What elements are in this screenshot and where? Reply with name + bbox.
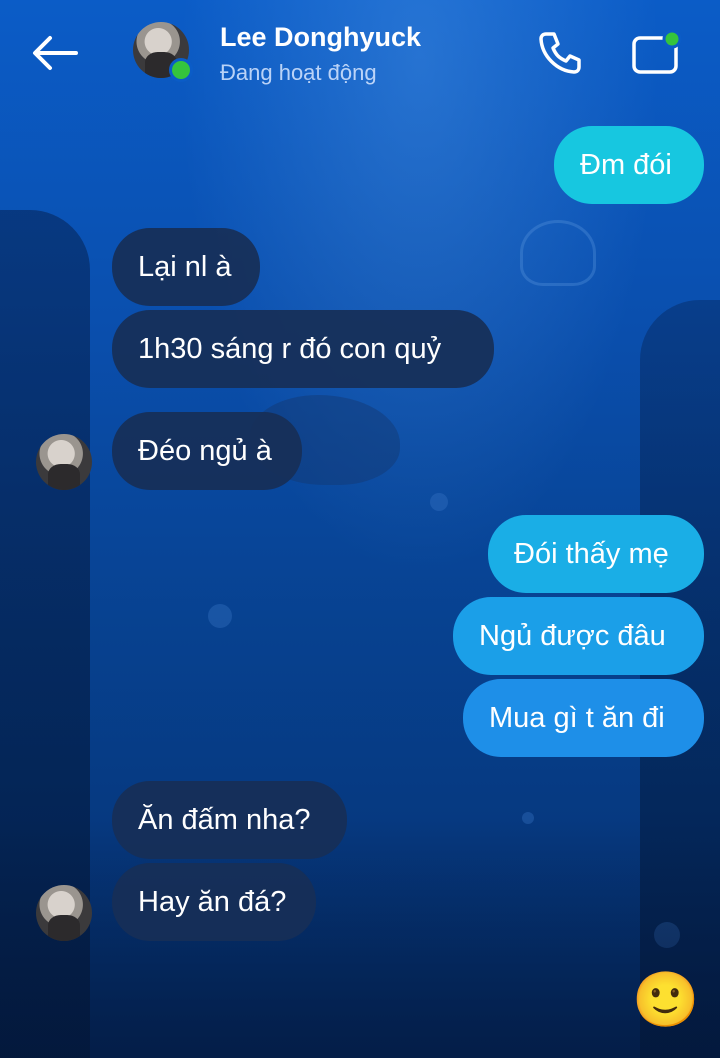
contact-avatar[interactable] <box>133 22 193 82</box>
outgoing-message[interactable]: Đói thấy mẹ <box>488 515 704 593</box>
contact-name[interactable]: Lee Donghyuck <box>220 22 421 53</box>
sender-avatar[interactable] <box>36 434 92 490</box>
outgoing-message[interactable]: Đm đói <box>554 126 704 204</box>
incoming-message[interactable]: 1h30 sáng r đó con quỷ <box>112 310 494 388</box>
bubble <box>208 604 232 628</box>
voice-call-button[interactable] <box>533 26 587 80</box>
online-status-dot <box>169 58 193 82</box>
incoming-message[interactable]: Đéo ngủ à <box>112 412 302 490</box>
back-arrow-icon <box>33 36 78 70</box>
phone-icon <box>539 32 581 74</box>
back-button[interactable] <box>26 28 82 78</box>
incoming-message[interactable]: Lại nl à <box>112 228 260 306</box>
sender-avatar[interactable] <box>36 885 92 941</box>
emoji-button[interactable]: 🙂 <box>632 968 699 1032</box>
outgoing-message[interactable]: Ngủ được đâu <box>453 597 704 675</box>
bubble <box>430 493 448 511</box>
outgoing-message[interactable]: Mua gì t ăn đi <box>463 679 704 757</box>
incoming-message[interactable]: Hay ăn đá? <box>112 863 316 941</box>
chat-header: Lee Donghyuck Đang hoạt động <box>0 0 720 110</box>
contact-status: Đang hoạt động <box>220 60 377 85</box>
sea-floor <box>0 818 720 1058</box>
jellyfish-silhouette <box>520 220 596 286</box>
incoming-message[interactable]: Ăn đấm nha? <box>112 781 347 859</box>
video-camera-icon <box>632 29 682 74</box>
video-call-button[interactable] <box>628 26 688 80</box>
